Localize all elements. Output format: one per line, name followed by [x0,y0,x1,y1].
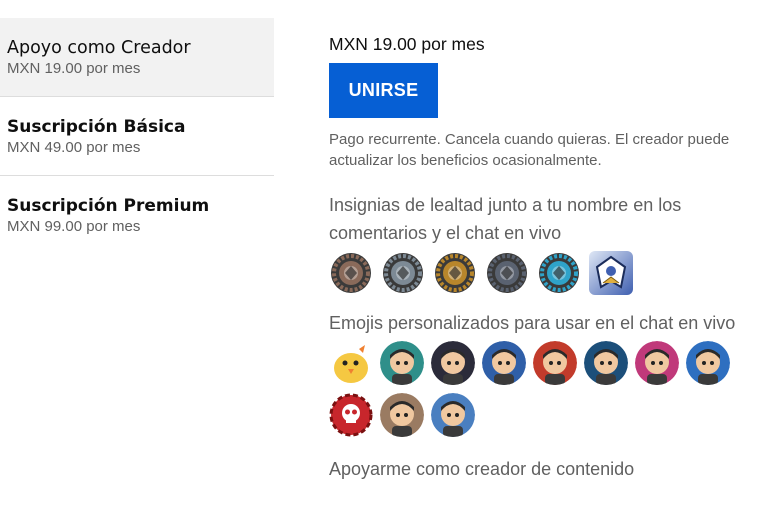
armor-emoji-icon [584,341,628,385]
tier-price: MXN 99.00 por mes [7,218,141,235]
blonde-emoji-icon [431,393,475,437]
tier-name: Suscripción Básica [7,117,186,137]
perk-emojis-title: Emojis personalizados para usar en el ch… [329,313,736,333]
chick-emoji-icon [329,341,373,385]
detail-price: MXN 19.00 por mes [329,34,485,54]
tier-detail: MXN 19.00 por mes UNIRSE Pago recurrente… [329,32,769,437]
fighter-emoji-icon [635,341,679,385]
beast-emoji-icon [380,393,424,437]
soldier-emoji-icon [380,341,424,385]
diamond-badge-icon [537,251,581,295]
red-soldier-emoji-icon [533,341,577,385]
silver-badge-icon [381,251,425,295]
perk-support-title: Apoyarme como creador de contenido [329,459,635,479]
bronze-badge-icon [329,251,373,295]
blue-soldier-emoji-icon [686,341,730,385]
tier-suscripcion-basica[interactable]: Suscripción Básica MXN 49.00 por mes [0,97,274,176]
goggles-emoji-icon [482,341,526,385]
perk-badges-title: Insignias de lealtad junto a tu nombre e… [329,195,682,243]
join-button[interactable]: UNIRSE [329,63,438,118]
tier-price: MXN 19.00 por mes [7,60,141,77]
tier-list: Apoyo como Creador MXN 19.00 por mes Sus… [0,18,274,255]
gunner-emoji-icon [431,341,475,385]
tier-name: Suscripción Premium [7,196,210,216]
tier-price: MXN 49.00 por mes [7,139,141,156]
platinum-badge-icon [485,251,529,295]
billing-note: Pago recurrente. Cancela cuando quieras.… [329,131,730,169]
tier-suscripcion-premium[interactable]: Suscripción Premium MXN 99.00 por mes [0,176,274,255]
tier-apoyo-creador[interactable]: Apoyo como Creador MXN 19.00 por mes [0,18,274,97]
emblem-badge-icon [589,251,633,295]
gear-skull-emoji-icon [329,393,373,437]
custom-emojis [329,341,739,437]
loyalty-badges [329,251,769,295]
gold-badge-icon [433,251,477,295]
tier-name: Apoyo como Creador [7,38,191,58]
